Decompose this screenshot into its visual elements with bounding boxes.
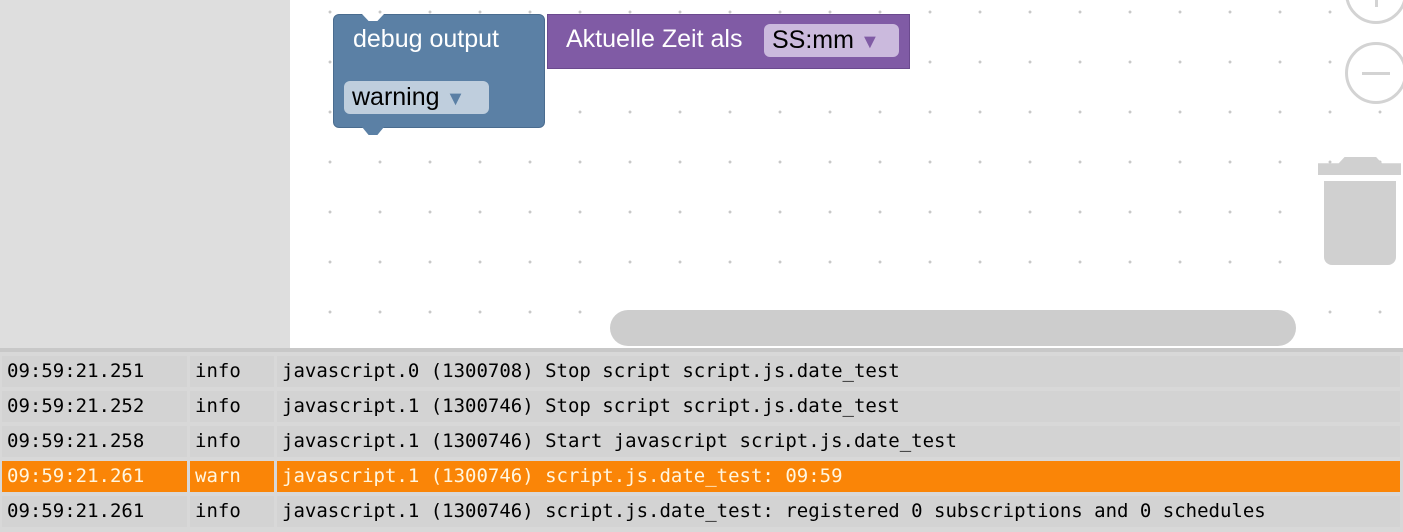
log-time: 09:59:21.251 bbox=[2, 356, 187, 387]
log-row: 09:59:21.251 info javascript.0 (1300708) S… bbox=[0, 356, 1403, 391]
zoom-out-icon[interactable] bbox=[1345, 42, 1403, 104]
horizontal-scrollbar[interactable] bbox=[610, 310, 1296, 346]
block-tab bbox=[362, 127, 384, 135]
debug-output-block[interactable]: debug output warning ▼ bbox=[333, 14, 545, 135]
zoom-in-icon[interactable] bbox=[1345, 0, 1403, 24]
log-message: javascript.1 (1300746) script.js.date_te… bbox=[277, 461, 1400, 492]
debug-output-label: debug output bbox=[353, 25, 499, 53]
blockly-workspace[interactable]: debug output warning ▼ Aktuelle Zeit als … bbox=[290, 0, 1403, 348]
log-level: info bbox=[190, 496, 274, 527]
dropdown-arrow-icon: ▼ bbox=[445, 88, 466, 110]
log-level: warn bbox=[190, 461, 274, 492]
time-format-value: SS:mm bbox=[772, 26, 854, 54]
log-message: javascript.1 (1300746) Start javascript … bbox=[277, 426, 1400, 457]
log-level: info bbox=[190, 391, 274, 422]
log-row: 09:59:21.258 info javascript.1 (1300746) S… bbox=[0, 426, 1403, 461]
log-time: 09:59:21.252 bbox=[2, 391, 187, 422]
toolbox-panel bbox=[0, 0, 290, 348]
trash-lid-icon[interactable] bbox=[1318, 157, 1401, 175]
dropdown-arrow-icon: ▼ bbox=[859, 31, 880, 53]
log-level: info bbox=[190, 426, 274, 457]
log-time: 09:59:21.261 bbox=[2, 461, 187, 492]
current-time-block[interactable]: Aktuelle Zeit als SS:mm ▼ bbox=[547, 14, 910, 69]
log-row-warning: 09:59:21.261 warn javascript.1 (1300746) s… bbox=[0, 461, 1403, 496]
log-level-value: warning bbox=[352, 83, 440, 111]
log-message: javascript.1 (1300746) Stop script scrip… bbox=[277, 391, 1400, 422]
log-level-dropdown[interactable]: warning ▼ bbox=[344, 81, 489, 114]
block-notch bbox=[362, 14, 384, 21]
log-time: 09:59:21.261 bbox=[2, 496, 187, 527]
log-panel: 09:59:21.251 info javascript.0 (1300708) S… bbox=[0, 348, 1403, 532]
log-message: javascript.0 (1300708) Stop script scrip… bbox=[277, 356, 1400, 387]
log-level: info bbox=[190, 356, 274, 387]
log-message: javascript.1 (1300746) script.js.date_te… bbox=[277, 496, 1400, 527]
log-row: 09:59:21.252 info javascript.1 (1300746) S… bbox=[0, 391, 1403, 426]
log-time: 09:59:21.258 bbox=[2, 426, 187, 457]
trash-icon[interactable] bbox=[1324, 181, 1396, 265]
time-format-dropdown[interactable]: SS:mm ▼ bbox=[764, 24, 899, 57]
log-row: 09:59:21.261 info javascript.1 (1300746) s… bbox=[0, 496, 1403, 531]
current-time-label: Aktuelle Zeit als bbox=[566, 25, 743, 53]
